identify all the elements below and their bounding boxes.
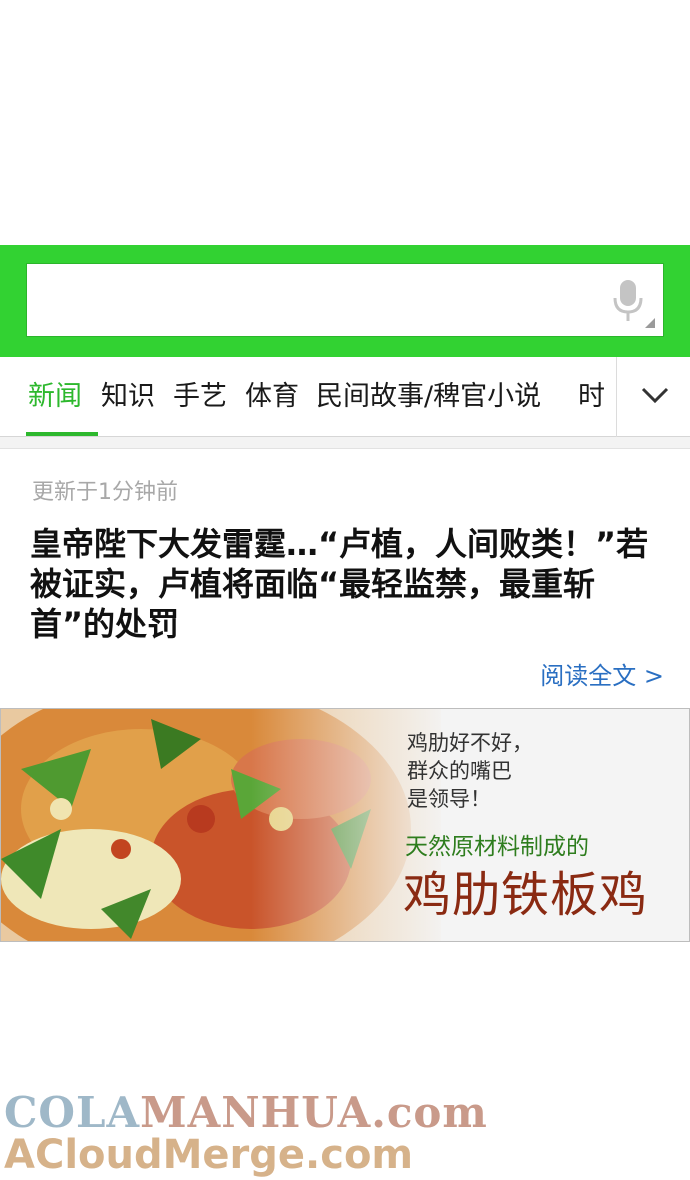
tab-news[interactable]: 新闻 [28,377,82,417]
watermark-part3: .com [371,1088,488,1137]
watermark-sub: ACloudMerge.com [4,1132,414,1178]
top-blank-area [0,0,690,245]
watermark-logo: COLAMANHUA.com [4,1088,488,1137]
watermark-part1: COLA [4,1088,141,1137]
ad-slogan-line2: 群众的嘴巴 [407,759,512,783]
microphone-icon[interactable] [611,278,645,324]
section-divider [0,437,690,449]
chevron-down-icon [641,387,669,404]
resize-corner-icon [645,318,655,328]
update-timestamp: 更新于1分钟前 [32,480,178,505]
tab-craft[interactable]: 手艺 [173,377,227,417]
ad-title: 鸡肋铁板鸡 [403,865,648,925]
ad-slogan-line1: 鸡肋好不好， [407,731,533,755]
news-card[interactable]: 更新于1分钟前 皇帝陛下大发雷霆…“卢植，人间败类！”若被证实，卢植将面临“最轻… [0,450,690,708]
tab-sports[interactable]: 体育 [245,377,299,417]
category-tabs: 新闻 知识 手艺 体育 民间故事/稗官小说 时 [0,357,690,437]
active-tab-indicator [26,432,98,436]
expand-tabs-button[interactable] [617,357,690,437]
search-box[interactable] [26,263,664,337]
tabs-scroll: 新闻 知识 手艺 体育 民间故事/稗官小说 时 [0,357,616,437]
tab-folk-stories[interactable]: 民间故事/稗官小说 [316,377,541,417]
tab-knowledge[interactable]: 知识 [101,377,155,417]
watermark-part2: MANHUA [140,1088,372,1137]
ad-subtitle: 天然原材料制成的 [405,834,589,860]
ad-banner[interactable]: 鸡肋好不好， 群众的嘴巴 是领导！ 天然原材料制成的 鸡肋铁板鸡 [0,708,690,942]
read-full-article-link[interactable]: 阅读全文 > [540,656,664,691]
search-input[interactable] [39,274,599,326]
ad-title-text: 鸡肋铁板鸡 [403,867,649,923]
tab-more-partial[interactable]: 时 [578,377,605,417]
search-bar [0,245,690,357]
ad-slogan-line3: 是领导！ [407,787,491,811]
news-headline[interactable]: 皇帝陛下大发雷霆…“卢植，人间败类！”若被证实，卢植将面临“最轻监禁，最重斩首”… [30,524,670,644]
